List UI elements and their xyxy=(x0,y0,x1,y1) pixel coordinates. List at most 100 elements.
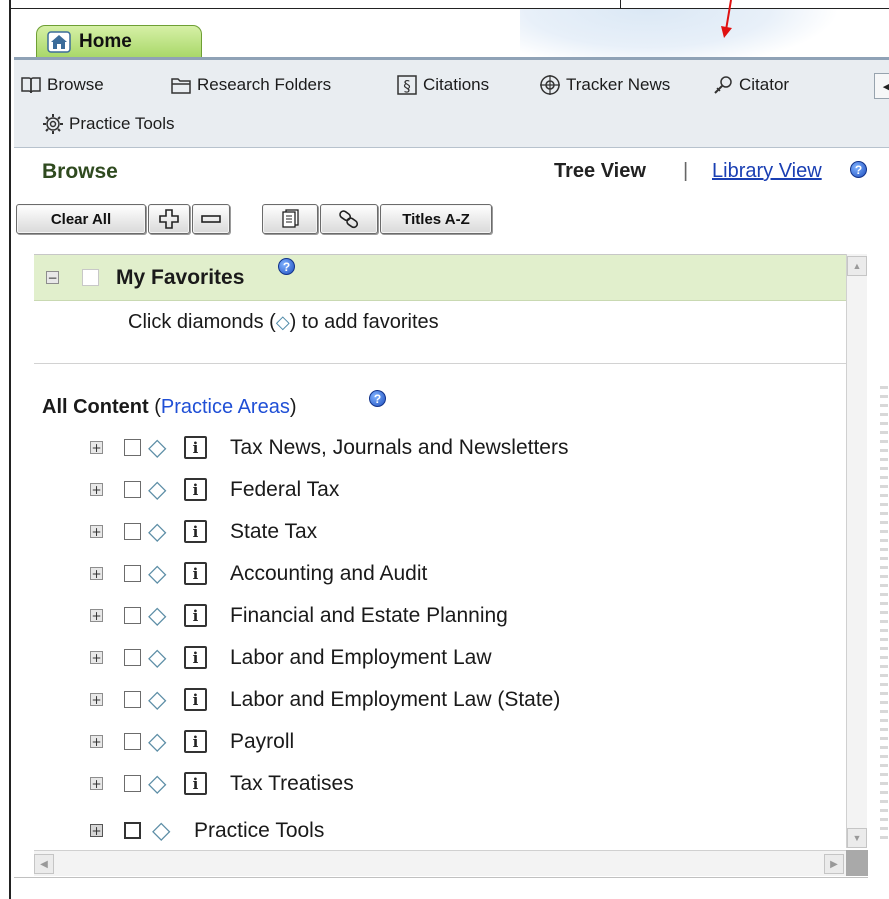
all-content-help-icon[interactable]: ? xyxy=(369,390,386,407)
tree-checkbox[interactable] xyxy=(124,607,141,624)
expand-icon[interactable]: + xyxy=(90,609,103,622)
scroll-left-arrow-icon[interactable]: ◀ xyxy=(34,854,54,874)
scrollbar-corner xyxy=(846,850,868,876)
expand-icon[interactable]: + xyxy=(90,567,103,580)
scroll-right-arrow-icon[interactable]: ▶ xyxy=(824,854,844,874)
tab-home[interactable]: Home xyxy=(36,25,202,57)
tree-row-payroll[interactable]: + ◇ i Payroll xyxy=(34,722,846,762)
tree-row-label[interactable]: Federal Tax xyxy=(230,478,339,502)
expand-icon[interactable]: + xyxy=(90,777,103,790)
info-icon[interactable]: i xyxy=(184,604,207,627)
side-resize-handle[interactable] xyxy=(880,380,888,840)
scroll-up-icon[interactable]: ▲ xyxy=(847,256,867,276)
tree-checkbox[interactable] xyxy=(124,481,141,498)
favorite-diamond-icon[interactable]: ◇ xyxy=(148,685,166,714)
expand-icon[interactable]: + xyxy=(90,441,103,454)
tree-row-label[interactable]: Tax News, Journals and Newsletters xyxy=(230,436,568,460)
favorites-checkbox[interactable] xyxy=(82,269,99,286)
expand-icon[interactable]: + xyxy=(90,824,103,837)
view-separator: | xyxy=(683,160,689,182)
toolbar-research-folders[interactable]: Research Folders xyxy=(170,74,331,96)
expand-icon[interactable]: + xyxy=(90,651,103,664)
vertical-scrollbar[interactable]: ▲ ▼ xyxy=(846,254,867,848)
tree-row-label[interactable]: Labor and Employment Law (State) xyxy=(230,688,560,712)
info-icon[interactable]: i xyxy=(184,520,207,543)
expand-icon[interactable]: + xyxy=(90,693,103,706)
tree-row-label[interactable]: Tax Treatises xyxy=(230,772,354,796)
expand-icon[interactable]: + xyxy=(90,483,103,496)
tree-row-state-tax[interactable]: + ◇ i State Tax xyxy=(34,512,846,552)
favorites-hint-after: ) to add favorites xyxy=(289,311,439,333)
tree-row-label[interactable]: Accounting and Audit xyxy=(230,562,427,586)
favorite-diamond-icon[interactable]: ◇ xyxy=(148,727,166,756)
tree-checkbox[interactable] xyxy=(124,822,141,839)
library-view-link[interactable]: Library View xyxy=(712,160,822,183)
info-icon[interactable]: i xyxy=(184,478,207,501)
expand-all-button[interactable] xyxy=(148,204,190,234)
panel-bottom-border xyxy=(14,877,868,878)
info-icon[interactable]: i xyxy=(184,772,207,795)
info-icon[interactable]: i xyxy=(184,688,207,711)
tree-row-tax-treatises[interactable]: + ◇ i Tax Treatises xyxy=(34,764,846,804)
info-icon[interactable]: i xyxy=(184,562,207,585)
favorite-diamond-icon[interactable]: ◇ xyxy=(152,816,170,845)
toolbar-browse[interactable]: Browse xyxy=(20,74,104,96)
toolbar-citator[interactable]: Citator xyxy=(712,74,789,96)
toolbar-citations[interactable]: § Citations xyxy=(396,74,489,96)
tree-row-financial-estate[interactable]: + ◇ i Financial and Estate Planning xyxy=(34,596,846,636)
favorite-diamond-icon[interactable]: ◇ xyxy=(148,601,166,630)
favorite-diamond-icon[interactable]: ◇ xyxy=(148,475,166,504)
expand-icon[interactable]: + xyxy=(90,525,103,538)
tree-row-label[interactable]: Practice Tools xyxy=(194,819,324,843)
chain-link-icon xyxy=(339,210,359,229)
titles-a-z-button[interactable]: Titles A-Z xyxy=(380,204,492,234)
toolbar-scroll-left-button[interactable]: ◀ xyxy=(874,73,889,99)
toolbar-tracker-news[interactable]: Tracker News xyxy=(539,74,670,96)
tree-row-practice-tools[interactable]: + ◇ Practice Tools xyxy=(34,811,846,849)
favorite-diamond-icon[interactable]: ◇ xyxy=(148,769,166,798)
frame-left-border xyxy=(9,0,11,899)
toolbar-practice-tools[interactable]: Practice Tools xyxy=(42,113,175,135)
favorite-diamond-icon[interactable]: ◇ xyxy=(148,517,166,546)
favorite-diamond-icon[interactable]: ◇ xyxy=(148,559,166,588)
collapse-all-button[interactable] xyxy=(192,204,230,234)
tree-row-accounting-audit[interactable]: + ◇ i Accounting and Audit xyxy=(34,554,846,594)
tree-row-label[interactable]: Payroll xyxy=(230,730,294,754)
scroll-down-icon[interactable]: ▼ xyxy=(847,828,867,848)
expand-icon[interactable]: + xyxy=(90,735,103,748)
tree-row-federal-tax[interactable]: + ◇ i Federal Tax xyxy=(34,470,846,510)
annotation-arrow-icon xyxy=(721,0,732,38)
tree-row-labor-employment[interactable]: + ◇ i Labor and Employment Law xyxy=(34,638,846,678)
favorite-diamond-icon[interactable]: ◇ xyxy=(148,643,166,672)
horizontal-scrollbar[interactable]: ◀ ▶ xyxy=(34,850,846,876)
tree-row-label[interactable]: State Tax xyxy=(230,520,317,544)
favorites-help-icon[interactable]: ? xyxy=(278,258,295,275)
tree-checkbox[interactable] xyxy=(124,775,141,792)
main-toolbar: Browse Research Folders § Citations Trac… xyxy=(14,60,889,148)
browse-help-icon[interactable]: ? xyxy=(850,161,867,178)
toolbar-research-folders-label: Research Folders xyxy=(197,75,332,94)
info-icon[interactable]: i xyxy=(184,730,207,753)
clear-all-button[interactable]: Clear All xyxy=(16,204,146,234)
tree-row-tax-news[interactable]: + ◇ i Tax News, Journals and Newsletters xyxy=(34,428,846,468)
favorite-diamond-icon[interactable]: ◇ xyxy=(148,433,166,462)
gear-icon xyxy=(43,114,63,134)
tree-checkbox[interactable] xyxy=(124,523,141,540)
info-icon[interactable]: i xyxy=(184,436,207,459)
tree-checkbox[interactable] xyxy=(124,733,141,750)
tree-checkbox[interactable] xyxy=(124,439,141,456)
documents-button[interactable] xyxy=(262,204,318,234)
tree-row-labor-employment-state[interactable]: + ◇ i Labor and Employment Law (State) xyxy=(34,680,846,720)
favorites-collapse-icon[interactable]: − xyxy=(46,271,59,284)
info-icon[interactable]: i xyxy=(184,646,207,669)
tree-checkbox[interactable] xyxy=(124,565,141,582)
collapse-minus-icon xyxy=(201,215,221,223)
tree-checkbox[interactable] xyxy=(124,691,141,708)
practice-areas-link[interactable]: Practice Areas xyxy=(161,396,290,418)
tree-view-label[interactable]: Tree View xyxy=(554,160,646,183)
tree-checkbox[interactable] xyxy=(124,649,141,666)
tree-row-label[interactable]: Financial and Estate Planning xyxy=(230,604,508,628)
link-button[interactable] xyxy=(320,204,378,234)
tree-row-label[interactable]: Labor and Employment Law xyxy=(230,646,492,670)
expand-plus-icon xyxy=(159,209,179,229)
